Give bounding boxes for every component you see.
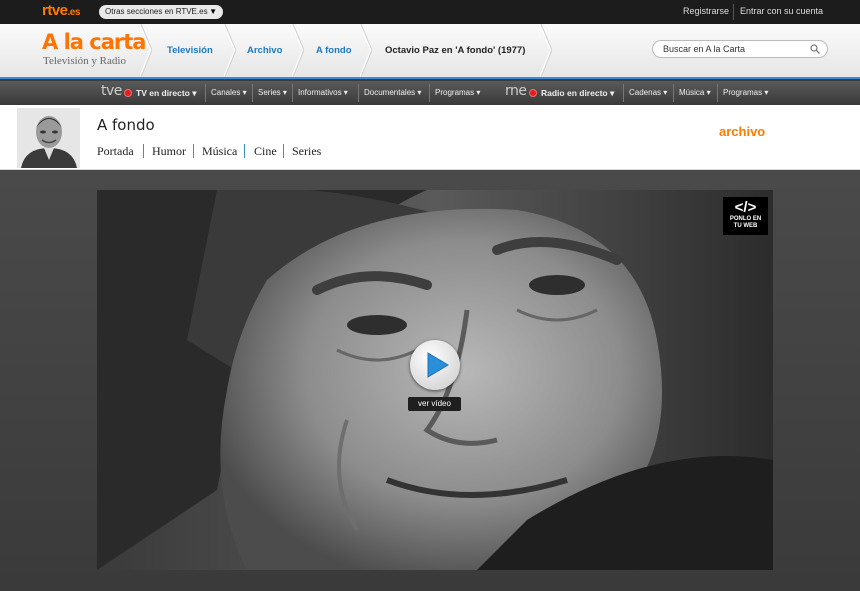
tve-brand[interactable]: tve [101,83,122,99]
divider [205,84,206,102]
program-title: A fondo [97,116,155,134]
nav-radio-en-directo[interactable]: Radio en directo ▾ [541,81,614,105]
nav-documentales[interactable]: Documentales ▾ [364,81,421,105]
register-link[interactable]: Registrarse [683,6,729,16]
nav-cadenas[interactable]: Cadenas ▾ [629,81,667,105]
breadcrumb-chevron-icon [292,24,304,77]
sections-dropdown[interactable]: Otras secciones en RTVE.es ▼ [99,5,223,19]
divider [252,84,253,102]
breadcrumb-current-video: Octavio Paz en 'A fondo' (1977) [385,45,526,56]
tab-humor[interactable]: Humor [152,144,186,159]
rtve-logo[interactable]: rtve.es [42,2,80,19]
play-icon [427,352,449,378]
divider [717,84,718,102]
divider [623,84,624,102]
top-bar: rtve.es Otras secciones en RTVE.es ▼ Reg… [0,0,860,24]
breadcrumb-chevron-icon [540,24,552,77]
embed-code-button[interactable]: </> PONLO EN TU WEB [723,197,768,235]
divider [429,84,430,102]
divider [358,84,359,102]
nav-canales[interactable]: Canales ▾ [211,81,247,105]
live-dot-icon [529,89,537,97]
nav-programas-radio[interactable]: Programas ▾ [723,81,768,105]
divider [292,84,293,102]
nav-series[interactable]: Series ▾ [258,81,287,105]
divider [193,144,194,158]
divider [244,144,245,158]
nav-musica[interactable]: Música ▾ [679,81,711,105]
breadcrumb-chevron-icon [224,24,236,77]
divider [143,144,144,158]
play-video-label[interactable]: ver vídeo [408,397,461,411]
divider [673,84,674,102]
search-input[interactable]: Buscar en A la Carta [652,40,828,58]
divider [733,4,734,20]
breadcrumb-chevron-icon [360,24,372,77]
tab-cine[interactable]: Cine [254,144,277,159]
rne-brand[interactable]: rne [505,83,527,99]
logo-main-text: rtve [42,2,68,19]
logo-suffix-text: .es [67,7,81,18]
nav-programas-tv[interactable]: Programas ▾ [435,81,480,105]
section-label: archivo [719,124,766,139]
divider [283,144,284,158]
a-la-carta-logo[interactable]: A la carta [42,30,146,54]
breadcrumb-a-fondo[interactable]: A fondo [316,24,352,77]
program-header: A fondo Portada Humor Música Cine Series… [0,105,860,170]
a-la-carta-subtitle: Televisión y Radio [43,55,126,67]
tab-series[interactable]: Series [292,144,321,159]
login-link[interactable]: Entrar con su cuenta [740,6,823,16]
breadcrumb-television[interactable]: Televisión [167,24,213,77]
video-stage: </> PONLO EN TU WEB ver vídeo [0,170,860,591]
search-icon[interactable] [810,44,820,54]
embed-label-line1: PONLO EN [729,216,762,222]
search-placeholder: Buscar en A la Carta [663,44,746,54]
embed-label-line2: TU WEB [733,223,758,229]
live-dot-icon [124,89,132,97]
nav-informativos[interactable]: Informativos ▾ [298,81,348,105]
breadcrumb-chevron-icon [140,24,152,77]
program-host-photo[interactable] [17,108,80,168]
dropdown-arrow-icon: ▼ [209,7,217,16]
a-la-carta-header: A la carta Televisión y Radio Televisión… [0,24,860,79]
nav-tv-en-directo[interactable]: TV en directo ▾ [136,81,196,105]
main-nav-bar: tve TV en directo ▾ Canales ▾ Series ▾ I… [0,81,860,105]
play-button[interactable] [410,340,460,390]
tab-musica[interactable]: Música [202,144,237,159]
tab-portada[interactable]: Portada [97,144,134,159]
sections-dropdown-label: Otras secciones en RTVE.es [105,7,208,16]
embed-code-icon: </> [734,199,757,216]
video-player[interactable]: </> PONLO EN TU WEB ver vídeo [97,190,773,570]
breadcrumb-archivo[interactable]: Archivo [247,24,282,77]
